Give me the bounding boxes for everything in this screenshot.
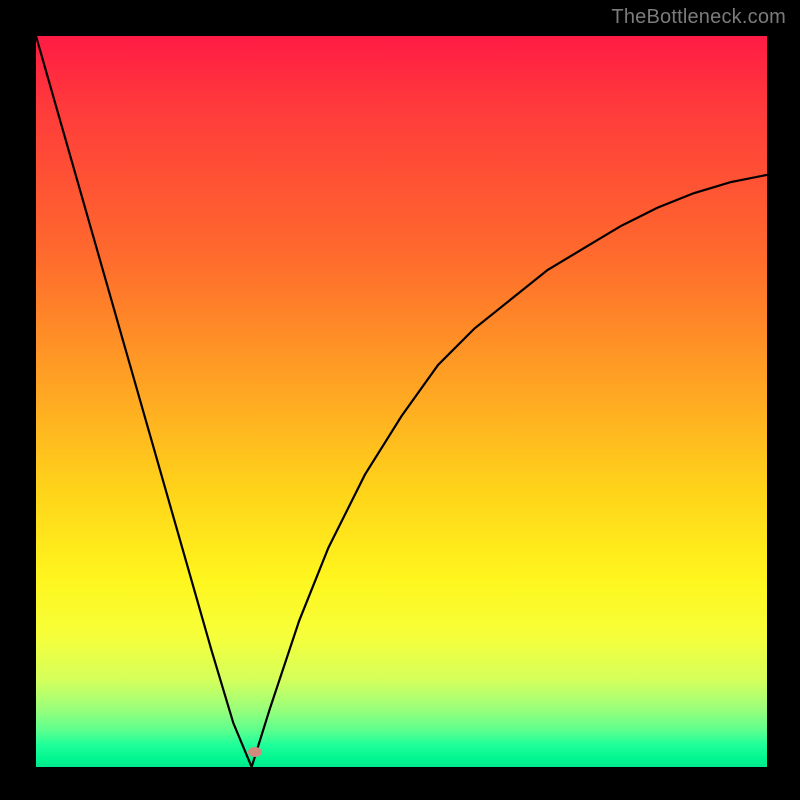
bottleneck-curve: [36, 36, 767, 767]
watermark-text: TheBottleneck.com: [611, 6, 786, 29]
curve-svg: [36, 36, 767, 767]
plot-area: [36, 36, 767, 767]
chart-frame: TheBottleneck.com: [0, 0, 800, 800]
minimum-marker: [248, 747, 262, 757]
